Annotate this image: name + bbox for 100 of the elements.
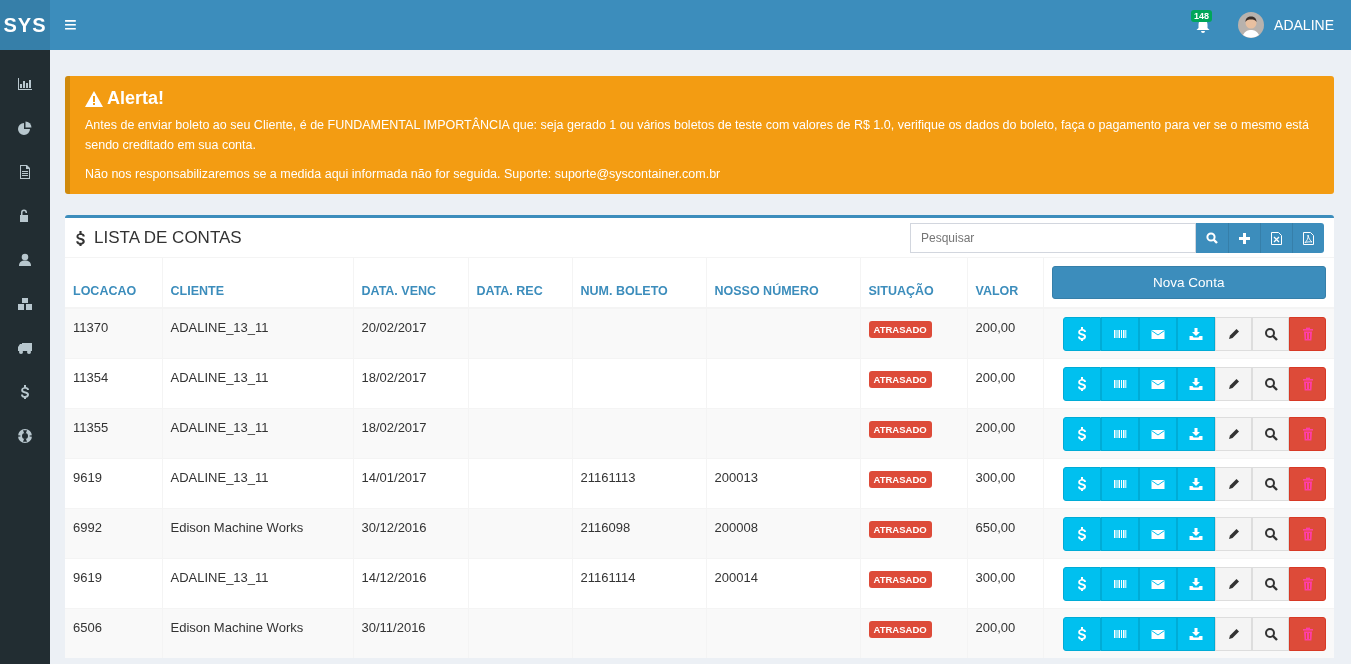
barcode-button[interactable] — [1101, 317, 1139, 351]
pie-chart-icon — [17, 121, 33, 135]
table-cell: 200,00 — [975, 619, 1016, 635]
life-ring-icon — [17, 429, 33, 443]
table-cell: 6992 — [73, 519, 102, 535]
dollar-icon — [1075, 476, 1089, 491]
excel-export-button[interactable] — [1260, 223, 1292, 253]
table-cell: 9619 — [73, 469, 102, 485]
delete-button[interactable] — [1289, 466, 1326, 501]
dollar-icon — [1075, 576, 1089, 591]
dollar-icon — [1075, 426, 1089, 441]
user-icon — [17, 253, 33, 267]
edit-icon — [1226, 476, 1241, 491]
search-icon — [1263, 626, 1278, 641]
table-cell: 6506 — [73, 619, 102, 635]
search-button[interactable] — [1252, 466, 1289, 501]
barcode-button[interactable] — [1101, 466, 1139, 501]
new-account-button[interactable]: Nova Conta — [1051, 266, 1326, 299]
table-cell: 18/02/2017 — [361, 419, 427, 435]
pdf-file-icon — [1303, 231, 1314, 245]
status-badge: ATRASADO — [868, 420, 932, 438]
status-badge: ATRASADO — [868, 520, 932, 538]
cubes-icon — [17, 297, 33, 311]
email-button[interactable] — [1139, 466, 1177, 501]
status-badge: ATRASADO — [868, 370, 932, 388]
delete-icon — [1300, 376, 1315, 391]
edit-button[interactable] — [1215, 616, 1252, 651]
search-field[interactable]: Pesquisar — [910, 223, 1196, 253]
table-cell: 2116098 — [580, 519, 631, 535]
delete-icon — [1300, 476, 1315, 491]
download-icon — [1189, 426, 1203, 441]
dollar-button[interactable] — [1063, 416, 1101, 451]
menu-toggle-button[interactable]: ≡ — [50, 0, 91, 50]
status-badge: ATRASADO — [868, 470, 932, 488]
search-icon — [1206, 232, 1218, 244]
barcode-button[interactable] — [1101, 516, 1139, 551]
delete-button[interactable] — [1289, 366, 1326, 401]
email-icon — [1151, 327, 1165, 341]
delete-button[interactable] — [1289, 516, 1326, 551]
delete-button[interactable] — [1289, 416, 1326, 451]
dollar-button[interactable] — [1063, 317, 1101, 351]
dollar-button[interactable] — [1063, 566, 1101, 601]
notification-count-badge: 148 — [1191, 10, 1213, 22]
email-button[interactable] — [1139, 516, 1177, 551]
search-button[interactable] — [1252, 317, 1289, 351]
search-button[interactable] — [1252, 566, 1289, 601]
add-button[interactable] — [1228, 223, 1260, 253]
dollar-icon — [1075, 526, 1089, 541]
edit-button[interactable] — [1215, 317, 1252, 351]
table-cell: 18/02/2017 — [361, 369, 427, 385]
table-cell: 20/02/2017 — [361, 320, 427, 335]
search-button[interactable] — [1252, 366, 1289, 401]
table-cell: 200,00 — [975, 320, 1016, 335]
alert-text: Não nos responsabilizaremos se a medida aqui informada não for seguida. Suporte: suporte@syscontainer.com.br — [85, 166, 722, 183]
edit-button[interactable] — [1215, 416, 1252, 451]
email-button[interactable] — [1139, 416, 1177, 451]
table-cell: ADALINE_13_11 — [170, 320, 269, 335]
dollar-button[interactable] — [1063, 616, 1101, 651]
dollar-button[interactable] — [1063, 366, 1101, 401]
search-button[interactable] — [1252, 416, 1289, 451]
table-cell: 650,00 — [975, 519, 1016, 535]
edit-button[interactable] — [1215, 566, 1252, 601]
notifications-button[interactable]: 148 — [1186, 0, 1221, 50]
search-button[interactable] — [1252, 616, 1289, 651]
table-cell: 11355 — [73, 419, 109, 435]
delete-button[interactable] — [1289, 566, 1326, 601]
email-button[interactable] — [1139, 317, 1177, 351]
barcode-button[interactable] — [1101, 366, 1139, 401]
email-button[interactable] — [1139, 616, 1177, 651]
dollar-button[interactable] — [1063, 516, 1101, 551]
table-cell: 200,00 — [975, 369, 1016, 385]
download-icon — [1189, 327, 1203, 341]
barcode-button[interactable] — [1101, 416, 1139, 451]
edit-icon — [1226, 376, 1241, 391]
download-icon — [1189, 476, 1203, 491]
edit-button[interactable] — [1215, 366, 1252, 401]
table-cell: 300,00 — [975, 569, 1016, 585]
barcode-button[interactable] — [1101, 616, 1139, 651]
logo[interactable]: SYS — [0, 0, 50, 50]
spreadsheet-file-icon — [1271, 231, 1282, 245]
email-button[interactable] — [1139, 566, 1177, 601]
email-button[interactable] — [1139, 366, 1177, 401]
search-icon — [1263, 376, 1278, 391]
download-icon — [1189, 626, 1203, 641]
pdf-export-button[interactable] — [1292, 223, 1324, 253]
alert-title: Alerta! — [107, 88, 164, 109]
table-cell: 11354 — [73, 369, 109, 385]
search-button[interactable] — [1252, 516, 1289, 551]
table-cell: 14/12/2016 — [361, 569, 427, 585]
dollar-button[interactable] — [1063, 466, 1101, 501]
barcode-button[interactable] — [1101, 566, 1139, 601]
delete-button[interactable] — [1289, 616, 1326, 651]
table-cell: ADALINE_13_11 — [170, 469, 269, 485]
edit-button[interactable] — [1215, 466, 1252, 501]
table-cell: ADALINE_13_11 — [170, 419, 269, 435]
table-cell: 200014 — [714, 569, 758, 585]
user-name[interactable]: ADALINE — [1274, 17, 1334, 33]
table-cell: 30/12/2016 — [361, 519, 427, 535]
edit-button[interactable] — [1215, 516, 1252, 551]
dollar-icon — [1075, 626, 1089, 641]
